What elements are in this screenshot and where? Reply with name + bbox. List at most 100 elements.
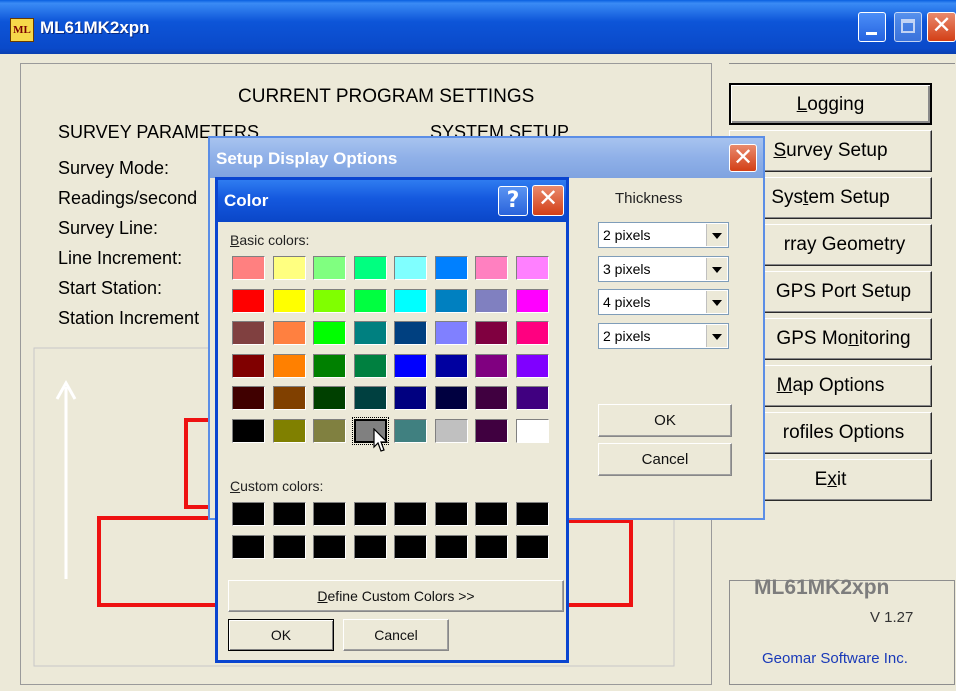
basic-color-swatch[interactable] — [353, 256, 387, 280]
basic-color-swatch[interactable] — [272, 418, 306, 443]
basic-color-swatch[interactable] — [394, 418, 427, 443]
custom-color-swatch[interactable] — [515, 502, 549, 526]
basic-color-swatch[interactable] — [515, 288, 549, 313]
color-dialog-title: Color — [224, 191, 269, 210]
basic-color-swatch[interactable] — [475, 418, 508, 443]
window-title: ML61MK2xpn — [40, 18, 150, 37]
custom-color-swatch[interactable] — [272, 502, 306, 526]
basic-color-swatch[interactable] — [272, 353, 306, 378]
chevron-down-icon[interactable] — [706, 325, 727, 347]
basic-color-swatch[interactable] — [394, 288, 427, 313]
basic-color-swatch[interactable] — [232, 256, 265, 280]
basic-color-swatch[interactable] — [353, 288, 387, 313]
basic-color-swatch[interactable] — [272, 386, 306, 410]
custom-color-swatch[interactable] — [394, 502, 427, 526]
basic-color-swatch[interactable] — [313, 256, 346, 280]
custom-color-swatch[interactable] — [434, 502, 468, 526]
basic-color-swatch[interactable] — [434, 386, 468, 410]
color-dialog: Color ? ✕ Basic colors: Custom colors: D… — [215, 177, 569, 663]
custom-color-swatch[interactable] — [272, 535, 306, 559]
thickness-select-3[interactable]: 4 pixels — [598, 289, 729, 315]
logging-button[interactable]: Logging — [729, 83, 932, 125]
basic-color-swatch[interactable] — [353, 386, 387, 410]
maximize-button[interactable] — [894, 12, 922, 42]
app-icon: ML — [10, 18, 34, 42]
chevron-down-icon[interactable] — [706, 291, 727, 313]
define-custom-colors-button[interactable]: Define Custom Colors >> — [228, 580, 564, 612]
thickness-select-4[interactable]: 2 pixels — [598, 323, 729, 349]
page-heading: CURRENT PROGRAM SETTINGS — [238, 86, 535, 107]
brand-name: ML61MK2xpn — [754, 576, 890, 599]
setup-dialog-close-button[interactable]: ✕ — [729, 143, 757, 172]
custom-color-swatch[interactable] — [475, 502, 508, 526]
custom-color-swatch[interactable] — [232, 535, 265, 559]
close-icon: ✕ — [732, 143, 754, 171]
basic-color-swatch[interactable] — [232, 288, 265, 313]
chevron-down-icon[interactable] — [706, 224, 727, 246]
custom-color-swatch[interactable] — [232, 502, 265, 526]
basic-color-swatch[interactable] — [232, 353, 265, 378]
field-survey-mode: Survey Mode: — [58, 158, 170, 178]
custom-color-swatch[interactable] — [394, 535, 427, 559]
basic-color-swatch[interactable] — [272, 288, 306, 313]
basic-color-swatch[interactable] — [232, 418, 265, 443]
basic-color-swatch[interactable] — [313, 386, 346, 410]
basic-color-swatch[interactable] — [515, 321, 549, 345]
thickness-select-1[interactable]: 2 pixels — [598, 222, 729, 248]
basic-color-swatch[interactable] — [313, 321, 346, 345]
basic-color-swatch[interactable] — [515, 256, 549, 280]
setup-dialog-title: Setup Display Options — [216, 149, 398, 168]
basic-color-swatch[interactable] — [272, 321, 306, 345]
color-cancel-button[interactable]: Cancel — [343, 619, 449, 651]
basic-color-swatch[interactable] — [394, 353, 427, 378]
basic-color-swatch[interactable] — [353, 353, 387, 378]
basic-color-swatch[interactable] — [515, 353, 549, 378]
custom-color-swatch[interactable] — [475, 535, 508, 559]
color-ok-button[interactable]: OK — [228, 619, 334, 651]
basic-color-swatch[interactable] — [313, 288, 346, 313]
custom-color-swatch[interactable] — [515, 535, 549, 559]
basic-color-swatch[interactable] — [232, 386, 265, 410]
basic-color-swatch[interactable] — [353, 321, 387, 345]
basic-color-swatch[interactable] — [394, 386, 427, 410]
color-dialog-title-bar: Color ? ✕ — [218, 180, 566, 222]
basic-color-swatch[interactable] — [434, 256, 468, 280]
basic-color-swatch[interactable] — [394, 321, 427, 345]
field-start-station: Start Station: — [58, 278, 163, 298]
basic-color-swatch[interactable] — [475, 386, 508, 410]
help-icon[interactable]: ? — [498, 186, 528, 216]
custom-color-swatch[interactable] — [313, 502, 346, 526]
chevron-down-icon[interactable] — [706, 258, 727, 280]
field-survey-line: Survey Line: — [58, 218, 159, 238]
basic-color-swatch[interactable] — [515, 386, 549, 410]
basic-color-swatch[interactable] — [232, 321, 265, 345]
basic-color-swatch[interactable] — [434, 288, 468, 313]
basic-color-swatch[interactable] — [313, 418, 346, 443]
custom-color-swatch[interactable] — [353, 502, 387, 526]
field-station-increment: Station Increment — [58, 308, 200, 328]
basic-color-swatch[interactable] — [475, 256, 508, 280]
thickness-select-2[interactable]: 3 pixels — [598, 256, 729, 282]
basic-colors-label: Basic colors: — [230, 232, 310, 248]
basic-color-swatch[interactable] — [394, 256, 427, 280]
setup-dialog-title-bar: Setup Display Options ✕ — [210, 138, 763, 178]
close-button[interactable]: ✕ — [927, 11, 956, 42]
basic-color-swatch[interactable] — [475, 321, 508, 345]
custom-color-swatch[interactable] — [353, 535, 387, 559]
basic-color-swatch[interactable] — [313, 353, 346, 378]
setup-cancel-button[interactable]: Cancel — [598, 443, 732, 476]
basic-color-swatch[interactable] — [434, 418, 468, 443]
setup-ok-button[interactable]: OK — [598, 404, 732, 437]
basic-color-swatch[interactable] — [475, 288, 508, 313]
company-name: Geomar Software Inc. — [762, 650, 908, 667]
basic-color-swatch[interactable] — [434, 353, 468, 378]
minimize-button[interactable] — [858, 12, 886, 42]
basic-color-swatch[interactable] — [434, 321, 468, 345]
custom-color-swatch[interactable] — [313, 535, 346, 559]
custom-color-swatch[interactable] — [434, 535, 468, 559]
close-icon: ✕ — [931, 11, 952, 39]
basic-color-swatch[interactable] — [515, 418, 549, 443]
color-dialog-close-button[interactable]: ✕ — [532, 184, 564, 216]
basic-color-swatch[interactable] — [272, 256, 306, 280]
basic-color-swatch[interactable] — [475, 353, 508, 378]
